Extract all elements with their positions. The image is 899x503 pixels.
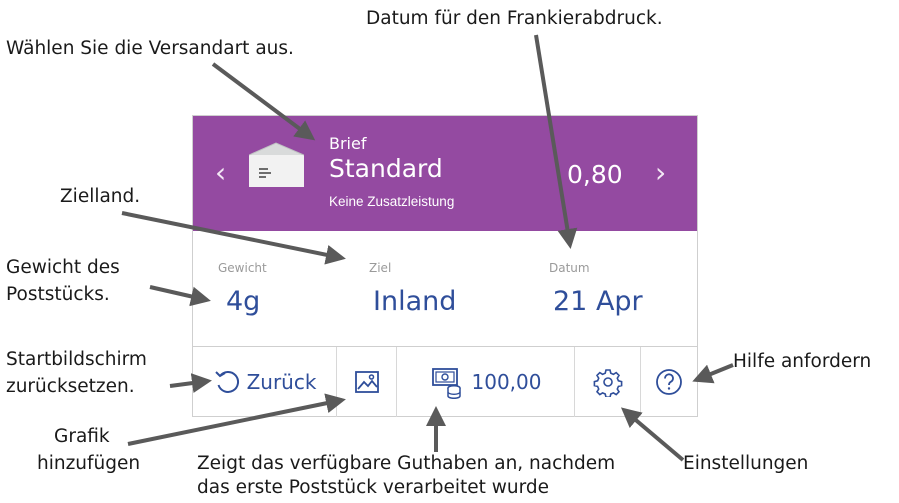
franking-screen: ‹ Brief Standard Keine Zusatzleistung 0,…: [192, 115, 698, 417]
gear-icon: [593, 369, 622, 397]
callout-start-line2: zurücksetzen.: [6, 376, 135, 397]
undo-icon: [214, 370, 239, 393]
callout-guthaben-line1: Zeigt das verfügbare Guthaben an, nachde…: [197, 453, 616, 474]
arrow-hilfe: [692, 363, 734, 384]
next-product-chevron-icon[interactable]: ›: [655, 156, 666, 189]
balance-button[interactable]: 100,00: [397, 347, 574, 417]
callout-datum: Datum für den Frankierabdruck.: [366, 8, 663, 29]
destination-value[interactable]: Inland: [373, 286, 456, 317]
callout-gewicht-line1: Gewicht des: [6, 257, 120, 278]
callout-gewicht-line2: Poststücks.: [6, 284, 110, 305]
back-button-label: Zurück: [246, 370, 317, 394]
callout-zielland: Zielland.: [60, 186, 141, 207]
settings-button[interactable]: [575, 347, 640, 417]
postage-price: 0,80: [567, 160, 623, 189]
add-graphic-button[interactable]: [337, 347, 396, 417]
mail-type-label: Brief: [329, 134, 367, 153]
weight-label: Gewicht: [218, 261, 267, 275]
help-icon: [656, 369, 682, 395]
back-button[interactable]: Zurück: [193, 347, 336, 417]
services-label: Keine Zusatzleistung: [329, 194, 455, 209]
help-button[interactable]: [641, 347, 697, 417]
callout-einstellungen: Einstellungen: [683, 453, 809, 474]
destination-label: Ziel: [369, 261, 392, 275]
image-icon: [354, 371, 379, 393]
callout-versandart: Wählen Sie die Versandart aus.: [6, 38, 294, 59]
callout-guthaben-line2: das erste Poststück verarbeitet wurde: [197, 477, 550, 498]
callout-hilfe: Hilfe anfordern: [733, 351, 872, 372]
product-header[interactable]: ‹ Brief Standard Keine Zusatzleistung 0,…: [193, 116, 697, 231]
balance-value: 100,00: [471, 370, 542, 394]
previous-product-chevron-icon[interactable]: ‹: [215, 156, 226, 189]
callout-start-line1: Startbildschirm: [6, 349, 147, 370]
money-icon: [431, 368, 461, 399]
weight-value[interactable]: 4g: [226, 286, 260, 317]
arrow-einstellungen: [620, 407, 685, 462]
callout-grafik-line2: hinzufügen: [37, 453, 141, 474]
date-value[interactable]: 21 Apr: [553, 286, 643, 317]
date-label: Datum: [549, 261, 590, 275]
envelope-icon: [249, 142, 304, 187]
product-name: Standard: [329, 154, 443, 183]
callout-grafik-line1: Grafik: [54, 426, 110, 447]
